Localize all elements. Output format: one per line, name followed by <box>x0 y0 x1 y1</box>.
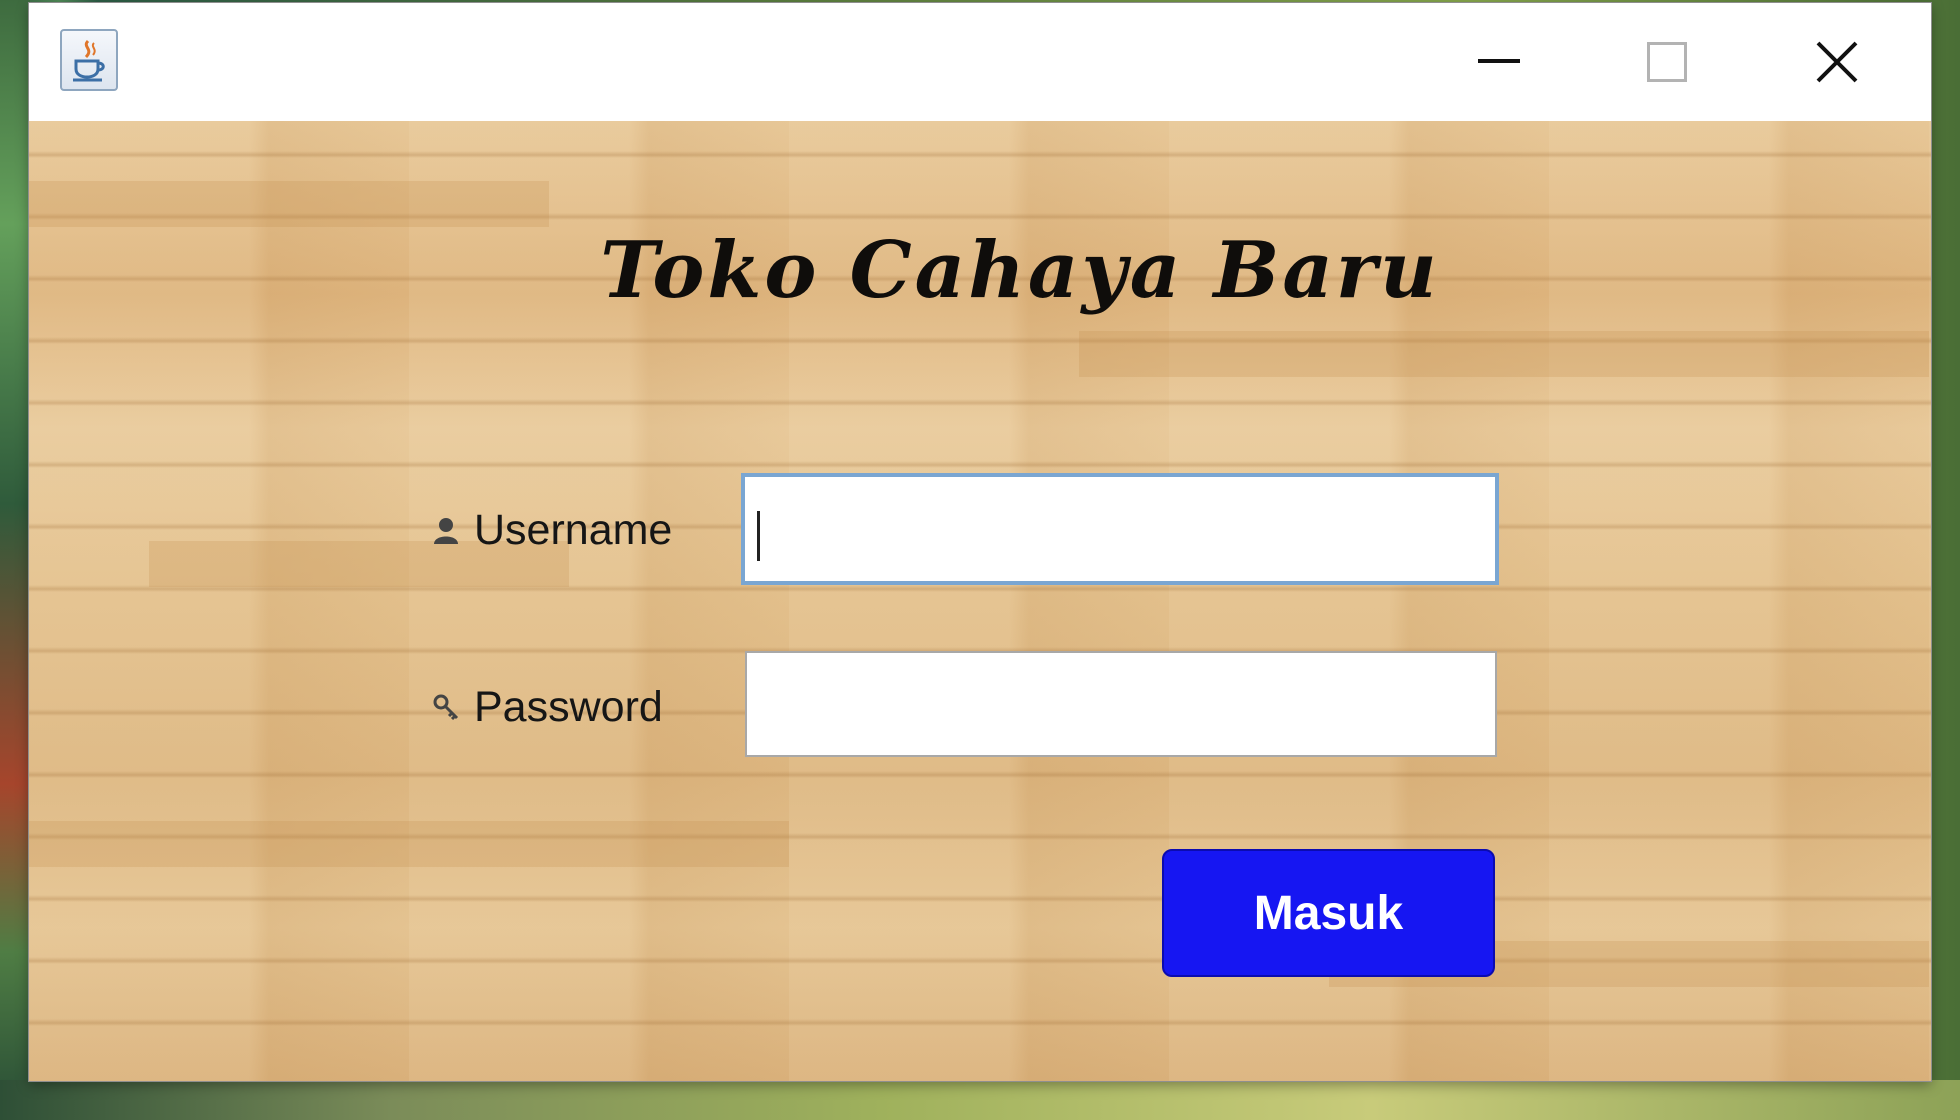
username-label-group: Username <box>432 506 672 555</box>
wood-plank <box>1079 331 1929 377</box>
password-label: Password <box>474 683 663 731</box>
desktop-background-bottom <box>0 1080 1960 1120</box>
app-heading: Toko Cahaya Baru <box>600 225 1440 316</box>
key-icon <box>433 694 459 720</box>
maximize-icon <box>1647 42 1687 82</box>
text-caret <box>757 511 760 561</box>
close-button[interactable] <box>1777 3 1897 121</box>
java-coffee-cup-icon[interactable] <box>60 29 118 91</box>
wood-plank <box>29 181 549 227</box>
username-label: Username <box>474 506 673 554</box>
minimize-icon <box>1478 59 1520 63</box>
username-input[interactable] <box>741 473 1499 585</box>
password-input[interactable] <box>745 651 1497 757</box>
login-window: Toko Cahaya Baru Username Password Masuk <box>29 3 1931 1081</box>
user-icon <box>434 517 458 544</box>
maximize-button[interactable] <box>1607 3 1727 121</box>
close-icon <box>1816 41 1858 83</box>
desktop-background-left <box>0 0 30 1120</box>
minimize-button[interactable] <box>1439 3 1559 121</box>
login-button[interactable]: Masuk <box>1162 849 1495 977</box>
title-bar[interactable] <box>29 3 1931 121</box>
wood-plank <box>29 821 789 867</box>
password-label-group: Password <box>432 683 663 732</box>
